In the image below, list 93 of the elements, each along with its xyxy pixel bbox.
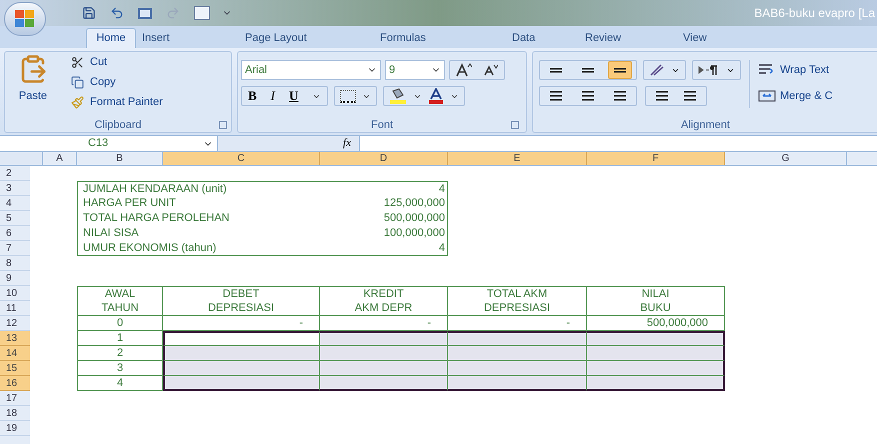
row-header[interactable]: 8 [0, 256, 30, 271]
row-header[interactable]: 14 [0, 346, 30, 361]
merge-cells-icon [758, 89, 776, 103]
format-painter-button[interactable]: Format Painter [71, 94, 163, 111]
ribbon-tab[interactable]: Page Layout [239, 28, 374, 48]
group-label: Alignment [681, 118, 730, 133]
info-label: JUMLAH KENDARAAN (unit) [77, 181, 320, 196]
column-header[interactable]: C [163, 152, 320, 165]
row-header[interactable]: 4 [0, 196, 30, 211]
lines-icon [614, 68, 626, 72]
print-preview-icon[interactable] [194, 6, 210, 20]
row-header[interactable]: 7 [0, 241, 30, 256]
column-header[interactable]: A [43, 152, 77, 165]
group-label: Clipboard [94, 118, 142, 133]
row-header[interactable]: 15 [0, 361, 30, 376]
row-header[interactable]: 10 [0, 286, 30, 301]
office-logo-icon [14, 9, 36, 29]
row-header[interactable]: 16 [0, 376, 30, 391]
row-header[interactable]: 3 [0, 181, 30, 196]
paste-button[interactable]: Paste [5, 52, 61, 118]
column-heading: AWAL TAHUN [77, 286, 163, 316]
column-heading: TOTAL AKM DEPRESIASI [448, 286, 587, 316]
window-icon[interactable] [138, 8, 152, 18]
lines-icon [582, 68, 594, 72]
cut-button[interactable]: Cut [71, 54, 163, 71]
underline-button[interactable]: U [289, 86, 298, 106]
lines-icon [656, 91, 668, 101]
font-name-field[interactable]: Arial [241, 60, 381, 80]
border-button[interactable] [334, 86, 378, 106]
ribbon-tab[interactable]: View [677, 28, 737, 48]
bottom-align-button[interactable] [608, 61, 632, 79]
paintbrush-icon [71, 96, 84, 109]
column-header[interactable]: B [77, 152, 163, 165]
grow-font-icon[interactable] [456, 63, 472, 77]
column-header[interactable]: G [725, 152, 847, 165]
column-heading: KREDIT AKM DEPR [320, 286, 448, 316]
font-size-field[interactable]: 9 [385, 60, 445, 80]
shrink-font-icon[interactable] [484, 64, 498, 76]
row-header[interactable]: 5 [0, 211, 30, 226]
column-heading: NILAI BUKU [587, 286, 725, 316]
info-label: TOTAL HARGA PEROLEHAN [77, 211, 320, 226]
column-heading: DEBET DEPRESIASI [163, 286, 320, 316]
window-title: BAB6-buku evapro [La [754, 5, 876, 22]
lines-icon [582, 91, 594, 101]
row-header[interactable]: 18 [0, 406, 30, 421]
column-header[interactable]: E [448, 152, 587, 165]
copy-icon [71, 76, 84, 89]
ribbon-tab[interactable]: Formulas [374, 28, 506, 48]
group-label: Font [370, 118, 393, 133]
wrap-text-button[interactable]: Wrap Text [758, 60, 833, 80]
row-header[interactable]: 6 [0, 226, 30, 241]
info-value: 100,000,000 [320, 226, 448, 241]
border-icon [340, 90, 356, 102]
info-value: 4 [320, 241, 448, 256]
row-header[interactable]: 12 [0, 316, 30, 331]
ribbon-tab[interactable]: Home [86, 28, 136, 48]
italic-button[interactable]: I [270, 86, 276, 106]
save-icon[interactable] [82, 6, 96, 20]
row-header[interactable]: 9 [0, 271, 30, 286]
scissors-icon [71, 56, 84, 69]
undo-icon[interactable] [110, 6, 124, 20]
lines-icon [550, 68, 562, 72]
info-value: 125,000,000 [320, 196, 448, 211]
dialog-launcher-icon[interactable] [511, 121, 519, 129]
row-header[interactable]: 11 [0, 301, 30, 316]
paragraph-icon [698, 64, 718, 76]
info-label: HARGA PER UNIT [77, 196, 320, 211]
bold-button[interactable]: B [248, 86, 257, 106]
row-header[interactable]: 19 [0, 421, 30, 436]
merge-button[interactable]: Merge & C [758, 86, 833, 106]
row-header[interactable]: 17 [0, 391, 30, 406]
column-header[interactable]: D [320, 152, 448, 165]
orientation-button[interactable] [643, 60, 686, 80]
info-value: 4 [320, 181, 448, 196]
lines-icon [550, 91, 562, 101]
ribbon-tab[interactable]: Data [506, 28, 579, 48]
copy-button[interactable]: Copy [71, 74, 163, 91]
row-header[interactable]: 13 [0, 331, 30, 346]
row-header[interactable]: 2 [0, 166, 30, 181]
info-value: 500,000,000 [320, 211, 448, 226]
dialog-launcher-icon[interactable] [219, 121, 227, 129]
ribbon-tab[interactable]: Insert [136, 28, 239, 48]
lines-icon [614, 91, 626, 101]
insert-function-button[interactable]: fx [343, 135, 351, 152]
info-label: NILAI SISA [77, 226, 320, 241]
lines-icon [684, 91, 696, 101]
paragraph-direction-button[interactable] [692, 60, 741, 80]
font-color-icon[interactable] [428, 88, 444, 104]
column-header[interactable]: F [587, 152, 725, 165]
year-cell: 0 [77, 316, 163, 331]
fill-color-icon[interactable] [389, 88, 408, 104]
info-label: UMUR EKONOMIS (tahun) [77, 241, 320, 256]
ribbon-tab[interactable]: Review [579, 28, 677, 48]
